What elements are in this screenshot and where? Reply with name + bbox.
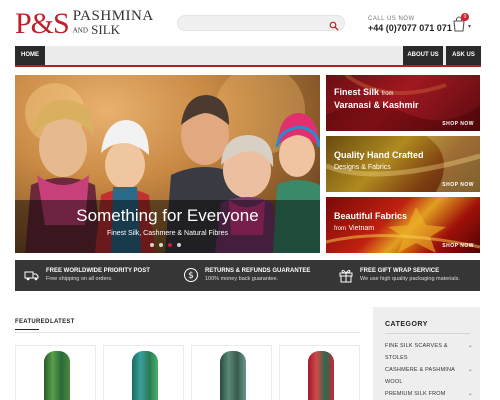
product-card[interactable] (279, 345, 360, 400)
feature-title: RETURNS & REFUNDS GUARANTEE (205, 268, 311, 274)
dollar-icon: $ (183, 267, 199, 283)
feature-gift-wrap: FREE GIFT WRAP SERVICE We use high quali… (338, 260, 478, 291)
category-item-label: CASHMERE & PASHMINA (385, 367, 456, 373)
svg-text:$: $ (188, 271, 194, 281)
slider-dot[interactable] (150, 243, 154, 247)
promo-tile-vietnam[interactable]: Beautiful Fabrics from Vietnam SHOP NOW (326, 197, 480, 253)
promo-line1: Finest Silk (334, 87, 380, 97)
slider-dot-active[interactable] (168, 243, 172, 247)
nav-about-us[interactable]: ABOUT US (403, 46, 443, 65)
hero-slider[interactable]: Something for Everyone Finest Silk, Cash… (15, 75, 320, 253)
feature-title: FREE WORLDWIDE PRIORITY POST (46, 268, 150, 274)
feature-free-shipping: FREE WORLDWIDE PRIORITY POST Free shippi… (24, 260, 174, 291)
feature-subtitle: Free shipping on all orders. (46, 276, 113, 282)
slider-dots (150, 243, 181, 247)
chevron-down-icon: ▾ (468, 24, 472, 30)
promo-tile-varanasi-kashmir[interactable]: Finest Silk from Varanasi & Kashmir SHOP… (326, 75, 480, 131)
promo-line2: Designs & Fabrics (334, 164, 391, 171)
feature-title: FREE GIFT WRAP SERVICE (360, 268, 440, 274)
feature-subtitle: We use high quality packaging materials. (360, 276, 460, 282)
category-item-label: STOLES (385, 355, 408, 361)
feature-subtitle: 100% money back guarantee. (205, 276, 279, 282)
category-item[interactable]: CASHMERE & PASHMINA ⌄ (385, 366, 473, 375)
site-logo[interactable]: P&S PASHMINA AND SILK (15, 8, 154, 40)
category-item-continued[interactable]: STOLES (385, 354, 473, 363)
slider-dot[interactable] (159, 243, 163, 247)
product-card[interactable] (15, 345, 96, 400)
category-sidebar: CATEGORY FINE SILK SCARVES & ⌄ STOLES CA… (373, 307, 480, 400)
site-header: P&S PASHMINA AND SILK CALL US NOW +44 (0… (0, 0, 500, 45)
phone-number[interactable]: +44 (0)7077 071 071 (368, 23, 452, 33)
category-heading: CATEGORY (385, 321, 428, 328)
nav-ask-us[interactable]: ASK US (446, 46, 481, 65)
category-item-label: PREMIUM SILK FROM (385, 391, 446, 397)
product-card[interactable] (103, 345, 184, 400)
chevron-down-icon[interactable]: ⌄ (468, 342, 473, 351)
category-item-label: WOOL (385, 379, 403, 385)
features-bar: FREE WORLDWIDE PRIORITY POST Free shippi… (15, 260, 480, 291)
logo-word-silk: SILK (91, 22, 121, 38)
product-tabs: FEATURED LATEST (15, 319, 360, 333)
promo-tile-hand-crafted[interactable]: Quality Hand Crafted Designs & Fabrics S… (326, 136, 480, 192)
category-item-label: FINE SILK SCARVES & (385, 343, 448, 349)
search-input[interactable] (178, 19, 318, 34)
promo-line1: Quality Hand Crafted (334, 150, 424, 160)
search-icon[interactable] (329, 18, 339, 31)
cart-count-badge: 0 (461, 13, 469, 21)
nav-home[interactable]: HOME (15, 46, 45, 65)
product-image (44, 351, 70, 400)
logo-mark: P&S (15, 7, 70, 40)
chevron-down-icon[interactable]: ⌄ (468, 390, 473, 399)
logo-word-and: AND (72, 26, 88, 35)
shop-now-link[interactable]: SHOP NOW (442, 121, 474, 127)
truck-icon (24, 267, 40, 283)
feature-returns: $ RETURNS & REFUNDS GUARANTEE 100% money… (183, 260, 333, 291)
category-item[interactable]: PREMIUM SILK FROM ⌄ (385, 390, 473, 399)
promo-line2-small: from (334, 226, 346, 232)
shop-now-link[interactable]: SHOP NOW (442, 182, 474, 188)
hero-subtitle: Finest Silk, Cashmere & Natural Fibres (107, 230, 228, 237)
tab-latest[interactable]: LATEST (50, 319, 75, 325)
category-item-continued[interactable]: WOOL (385, 378, 473, 387)
search-bar (177, 15, 345, 34)
hero-title: Something for Everyone (76, 206, 259, 225)
gift-icon (338, 267, 354, 283)
promo-title: Quality Hand Crafted Designs & Fabrics (334, 150, 424, 173)
promo-line1: Beautiful Fabrics (334, 211, 408, 221)
logo-wordmark: PASHMINA AND SILK (73, 9, 154, 38)
promo-line1-small: from (381, 91, 394, 97)
page: P&S PASHMINA AND SILK CALL US NOW +44 (0… (0, 0, 500, 400)
tab-featured[interactable]: FEATURED (15, 319, 50, 330)
cart-button[interactable]: 0 ▾ (452, 13, 474, 34)
call-us: CALL US NOW +44 (0)7077 071 071 (368, 16, 452, 33)
slider-dot[interactable] (177, 243, 181, 247)
category-item[interactable]: FINE SILK SCARVES & ⌄ (385, 342, 473, 351)
shop-now-link[interactable]: SHOP NOW (442, 243, 474, 249)
product-card[interactable] (191, 345, 272, 400)
promo-line2: Varanasi & Kashmir (334, 100, 419, 110)
chevron-down-icon[interactable]: ⌄ (468, 366, 473, 375)
logo-word-silk-line: AND SILK (73, 23, 154, 38)
promo-title: Finest Silk from Varanasi & Kashmir (334, 87, 419, 111)
product-image (220, 351, 246, 400)
main-nav: HOME ABOUT US ASK US (15, 46, 481, 67)
promo-title: Beautiful Fabrics from Vietnam (334, 211, 407, 235)
divider (385, 333, 470, 334)
call-us-label: CALL US NOW (368, 16, 415, 22)
product-image (308, 351, 334, 400)
promo-line2: Vietnam (348, 225, 375, 232)
product-image (132, 351, 158, 400)
